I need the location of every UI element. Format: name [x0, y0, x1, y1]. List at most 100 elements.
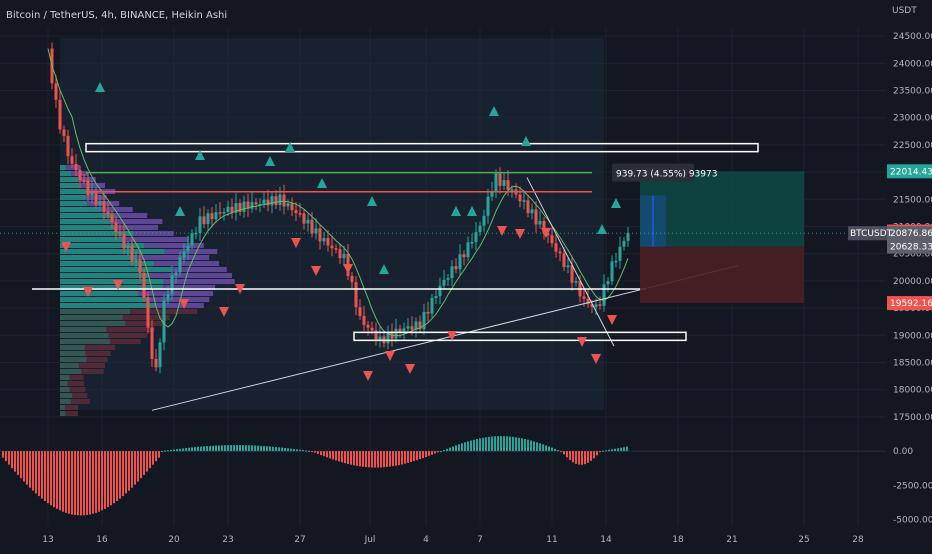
volume-profile-bar-up [60, 189, 89, 194]
oscillator-bar [383, 451, 385, 468]
oscillator-bar [260, 445, 262, 452]
oscillator-bar [167, 450, 169, 452]
volume-profile-bar-down [108, 333, 148, 338]
candle-body [178, 257, 182, 273]
oscillator-bar [248, 445, 250, 452]
volume-profile-bar-up [60, 255, 137, 260]
oscillator-bar [533, 441, 535, 452]
candle-body [86, 180, 90, 196]
volume-profile-bar-up [60, 225, 116, 230]
oscillator-bar [377, 451, 379, 468]
oscillator-bar [257, 445, 259, 452]
oscillator-bar [293, 449, 295, 452]
candle-body [58, 99, 62, 130]
candle-body [466, 242, 470, 258]
x-tick-label: 4 [423, 535, 429, 545]
oscillator-bar [89, 451, 91, 515]
oscillator-bar [206, 446, 208, 452]
oscillator-bar [416, 451, 418, 461]
candle-body [362, 315, 366, 325]
volume-profile-bar-up [60, 363, 80, 368]
oscillator-bar [323, 451, 325, 457]
oscillator-bar [23, 451, 25, 482]
oscillator-bar [569, 451, 571, 461]
candle-body [522, 200, 526, 202]
x-tick-label: 20 [168, 535, 180, 545]
candle-body [406, 326, 410, 329]
oscillator-bar [272, 446, 274, 452]
oscillator-bar [50, 451, 52, 506]
oscillator-bar [299, 449, 301, 452]
oscillator-bar [194, 447, 196, 452]
candle-body [594, 304, 598, 307]
volume-profile-bar-down [153, 261, 220, 266]
candle-body [266, 199, 270, 206]
candle-body [186, 245, 190, 252]
oscillator-bar [254, 445, 256, 452]
y-tick-label: 21500.00 [893, 195, 932, 205]
candle-body [338, 249, 342, 259]
oscillator-bar [521, 438, 523, 452]
volume-profile-bar-up [60, 177, 79, 182]
y-tick-label: 20000.00 [893, 277, 932, 287]
oscillator-bar [626, 446, 628, 452]
candle-body [206, 213, 210, 225]
volume-profile-bar-up [60, 309, 130, 314]
oscillator-bar [389, 451, 391, 467]
oscillator-bar [245, 445, 247, 452]
candle-body [226, 206, 230, 212]
volume-profile-bar-up [60, 411, 66, 416]
volume-profile-bar-up [60, 183, 80, 188]
oscillator-bar [308, 450, 310, 452]
oscillator-bar [530, 440, 532, 452]
oscillator-bar [203, 446, 205, 452]
oscillator-bar [359, 451, 361, 467]
y-tick-label: 22500.00 [893, 141, 932, 151]
oscillator-bar [35, 451, 37, 494]
candle-body [574, 281, 578, 283]
oscillator-bar [275, 447, 277, 452]
oscillator-bar [467, 441, 469, 452]
price-tag-label: 20876.86 [890, 229, 932, 239]
volume-profile-bar-up [60, 387, 70, 392]
candle-body [302, 213, 306, 224]
oscillator-bar [107, 451, 109, 508]
oscillator-bar [578, 451, 580, 465]
candle-body [290, 203, 294, 211]
oscillator-bar [503, 436, 505, 452]
oscillator-bar [344, 451, 346, 464]
oscillator-bar [470, 440, 472, 452]
volume-profile-bar-up [60, 201, 88, 206]
candle-body [606, 281, 610, 285]
candle-body [198, 216, 202, 233]
volume-profile-bar-up [60, 393, 73, 398]
chart-svg[interactable]: 939.73 (4.55%) 93973 17500.00 18000.00 1850… [0, 0, 932, 550]
oscillator-bar [95, 451, 97, 513]
oscillator-bar [419, 451, 421, 460]
candle-body [394, 328, 398, 339]
oscillator-bar [446, 448, 448, 452]
oscillator-bar [617, 448, 619, 452]
candle-body [462, 254, 466, 258]
candle-body [102, 200, 106, 212]
volume-profile-bar-up [60, 171, 72, 176]
oscillator-bar [392, 451, 394, 467]
oscillator-bar [305, 450, 307, 452]
candle-body [494, 173, 498, 192]
oscillator-bar [17, 451, 19, 475]
chart-header: Bitcoin / TetherUS, 4h, BINANCE, Heikin … [6, 10, 228, 21]
candle-body [82, 180, 86, 182]
volume-profile-bar-down [110, 219, 163, 224]
volume-profile-bar-up [60, 381, 68, 386]
oscillator-bar [179, 448, 181, 452]
oscillator-bar [362, 451, 364, 467]
oscillator-bar [170, 449, 172, 452]
oscillator-bar [191, 447, 193, 452]
oscillator-tick-label: -2500.00 [893, 481, 932, 491]
oscillator-tick-label: -5000.00 [893, 516, 932, 526]
oscillator-bar [131, 451, 133, 488]
candle-body [370, 327, 374, 331]
oscillator-bar [500, 436, 502, 452]
oscillator-bar [458, 444, 460, 452]
oscillator-bar [596, 451, 598, 456]
